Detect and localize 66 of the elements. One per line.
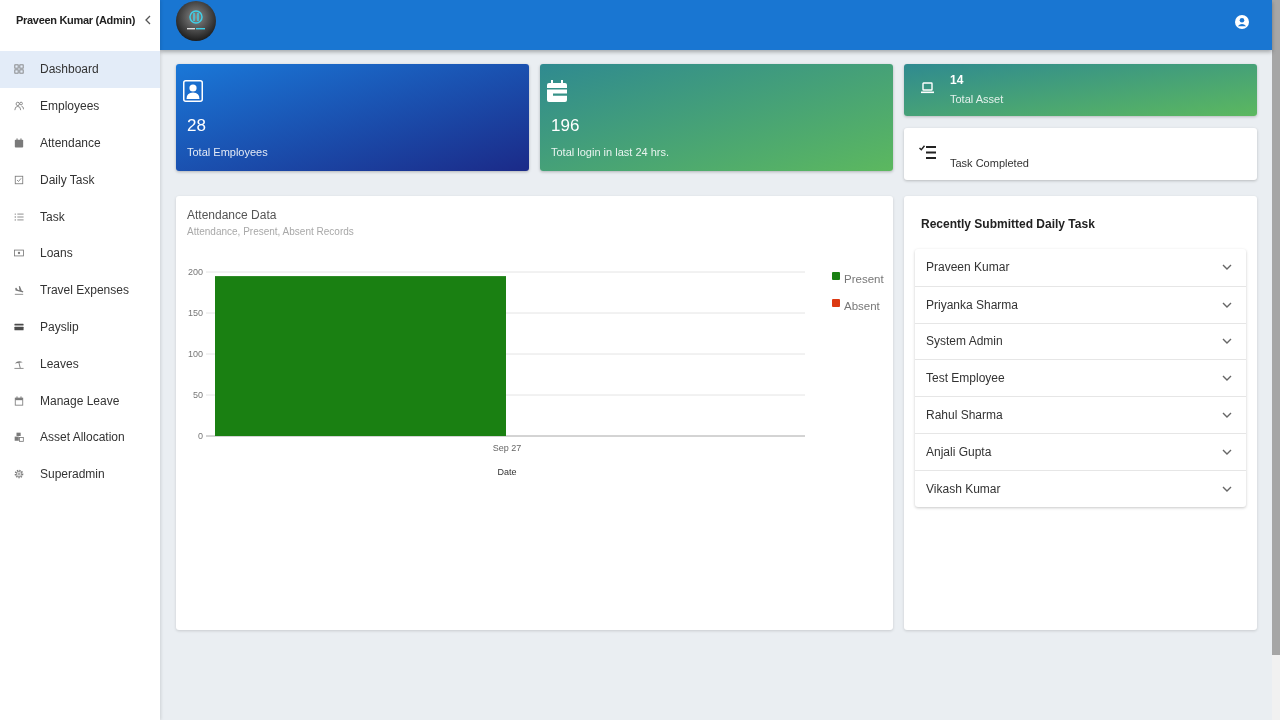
chart-subtitle: Attendance, Present, Absent Records bbox=[187, 226, 354, 238]
chevron-down-icon[interactable] bbox=[1222, 485, 1232, 492]
axis-title: Date bbox=[497, 467, 517, 477]
nav-item[interactable]: Travel Expenses bbox=[0, 271, 160, 309]
accordion-item[interactable]: Rahul Sharma bbox=[915, 396, 1246, 433]
nav-item[interactable]: Manage Leave bbox=[0, 382, 160, 419]
legend-label: Present bbox=[844, 273, 884, 285]
accordion-item[interactable]: Vikash Kumar bbox=[915, 469, 1246, 507]
chevron-down-icon[interactable] bbox=[1222, 338, 1232, 345]
portrait-icon bbox=[183, 80, 203, 102]
accordion-item[interactable]: Test Employee bbox=[915, 359, 1246, 397]
grid-icon bbox=[14, 64, 24, 75]
nav-item[interactable]: Dashboard bbox=[0, 51, 160, 88]
stat-label: Total Asset bbox=[950, 92, 1004, 106]
stat-value: 14 bbox=[950, 73, 964, 87]
nav-item[interactable]: Payslip bbox=[0, 308, 160, 346]
umbrella-icon bbox=[14, 358, 24, 369]
account-icon[interactable] bbox=[1235, 15, 1249, 29]
user-name: Praveen Kumar (Admin) bbox=[16, 14, 135, 26]
chevron-down-icon[interactable] bbox=[1222, 264, 1232, 271]
laptop-icon bbox=[921, 82, 934, 94]
accordion-item[interactable]: Praveen Kumar bbox=[915, 249, 1246, 286]
axis-tick-label: 200 bbox=[187, 267, 203, 277]
chevron-left-icon[interactable] bbox=[145, 15, 151, 25]
chevron-down-icon[interactable] bbox=[1222, 448, 1232, 455]
scrollbar-thumb[interactable] bbox=[1272, 0, 1280, 655]
accordion-item[interactable]: System Admin bbox=[915, 322, 1246, 360]
stat-label: Total login in last 24 hrs. bbox=[551, 145, 669, 159]
nav-item[interactable]: Task bbox=[0, 198, 160, 235]
axis-tick-label: 150 bbox=[187, 308, 203, 318]
nav-item[interactable]: Leaves bbox=[0, 345, 160, 383]
calendar-icon bbox=[14, 395, 24, 406]
logo-icon bbox=[176, 1, 216, 41]
banknote-icon bbox=[14, 248, 24, 259]
legend-label: Absent bbox=[844, 300, 880, 312]
checklist-icon bbox=[919, 144, 936, 160]
card-title: Recently Submitted Daily Task bbox=[921, 217, 1095, 231]
chevron-down-icon[interactable] bbox=[1222, 375, 1232, 382]
accordion-item[interactable]: Priyanka Sharma bbox=[915, 285, 1246, 323]
stat-label: Task Completed bbox=[950, 156, 1029, 170]
nav-item[interactable]: Loans bbox=[0, 235, 160, 272]
list-icon bbox=[14, 211, 24, 222]
nav-item[interactable]: Superadmin bbox=[0, 455, 160, 493]
gear-icon bbox=[14, 469, 24, 480]
plane-icon bbox=[14, 285, 24, 296]
axis-tick-label: 0 bbox=[198, 431, 203, 441]
chevron-down-icon[interactable] bbox=[1222, 412, 1232, 419]
card-icon bbox=[14, 321, 24, 332]
axis-tick-label: 50 bbox=[193, 390, 203, 400]
accordion-item[interactable]: Anjali Gupta bbox=[915, 433, 1246, 470]
boxes-icon bbox=[14, 432, 24, 443]
stat-value: 28 bbox=[187, 116, 206, 136]
chart-title: Attendance Data bbox=[187, 208, 277, 222]
people-icon bbox=[14, 101, 24, 112]
stat-value: 196 bbox=[551, 116, 580, 136]
nav-item[interactable]: Daily Task bbox=[0, 161, 160, 199]
stat-label: Total Employees bbox=[187, 145, 268, 159]
nav-item[interactable]: Asset Allocation bbox=[0, 418, 160, 456]
axis-tick-label: 100 bbox=[187, 349, 203, 359]
nav-item[interactable]: Employees bbox=[0, 87, 160, 125]
chevron-down-icon[interactable] bbox=[1222, 301, 1232, 308]
calendar-icon bbox=[547, 80, 567, 102]
axis-category-label: Sep 27 bbox=[492, 443, 522, 453]
checkbox-icon bbox=[14, 174, 24, 185]
nav-item[interactable]: Attendance bbox=[0, 124, 160, 162]
calendar-icon bbox=[14, 138, 24, 148]
